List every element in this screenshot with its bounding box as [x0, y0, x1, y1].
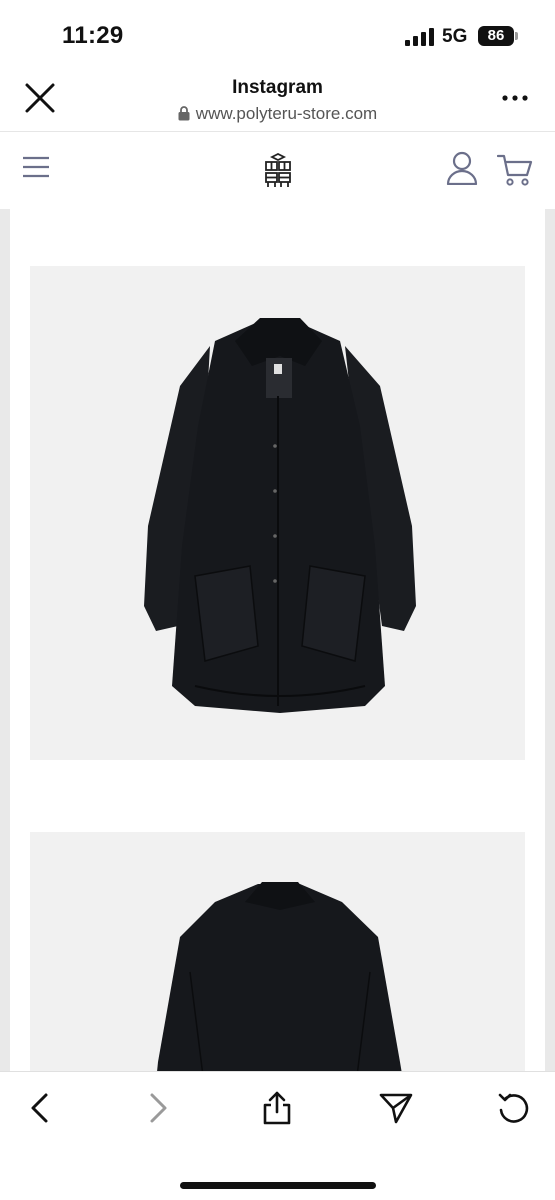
status-time: 11:29 [62, 22, 124, 49]
coat-back-illustration [157, 882, 402, 1071]
lock-icon [178, 106, 190, 121]
battery-indicator: 86 [478, 26, 514, 46]
product-gallery [0, 209, 555, 1071]
page-url: www.polyteru-store.com [0, 104, 555, 124]
battery-tip [515, 32, 518, 40]
site-nav [0, 133, 555, 209]
more-options-icon[interactable] [500, 88, 530, 108]
back-arrow-icon[interactable] [22, 1090, 58, 1126]
in-app-browser-header: Instagram www.polyteru-store.com [0, 66, 555, 132]
home-indicator[interactable] [180, 1182, 376, 1189]
polyteru-logo-icon[interactable] [262, 153, 294, 189]
page-margin-left [0, 209, 10, 1071]
forward-arrow-icon[interactable] [140, 1090, 176, 1126]
cellular-signal-icon [405, 28, 434, 46]
reload-icon[interactable] [496, 1090, 532, 1126]
share-icon[interactable] [259, 1090, 295, 1126]
product-image-back[interactable] [30, 832, 525, 1071]
coat-front-illustration [144, 318, 416, 713]
status-bar: 11:29 5G 86 [0, 0, 555, 66]
cart-icon[interactable] [497, 153, 533, 187]
url-text: www.polyteru-store.com [195, 104, 378, 123]
hamburger-menu-icon[interactable] [22, 155, 50, 179]
page-margin-right [545, 209, 555, 1071]
network-type: 5G [442, 26, 468, 47]
browser-toolbar [0, 1071, 555, 1200]
page-title: Instagram [232, 77, 323, 98]
account-icon[interactable] [446, 151, 478, 185]
send-icon[interactable] [378, 1090, 414, 1126]
product-image-front[interactable] [30, 266, 525, 760]
